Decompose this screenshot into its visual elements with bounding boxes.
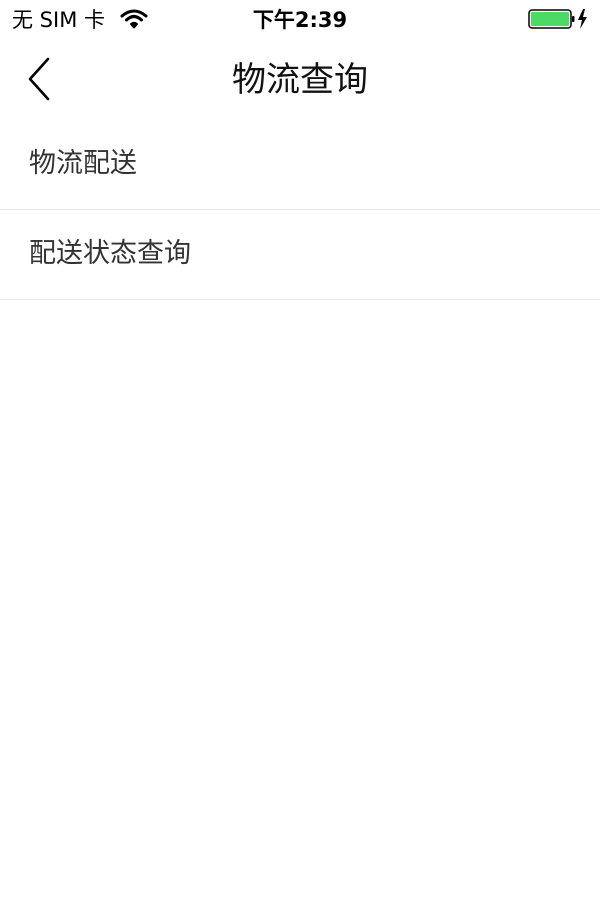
back-button[interactable] [14, 52, 64, 108]
menu-item-label: 物流配送 [29, 148, 137, 179]
menu-item-delivery-status-query[interactable]: 配送状态查询 [0, 210, 600, 300]
navigation-bar: 物流查询 [0, 40, 600, 120]
battery-charging-icon [528, 8, 590, 30]
page-title: 物流查询 [232, 60, 368, 100]
menu-list: 物流配送 配送状态查询 [0, 120, 600, 300]
menu-item-label: 配送状态查询 [29, 238, 191, 269]
screen: 无 SIM 卡 下午2:39 物流查询 物流配送 配送状态查询 [0, 0, 600, 900]
chevron-left-icon [14, 57, 64, 112]
status-time: 下午2:39 [252, 8, 348, 32]
status-bar: 无 SIM 卡 下午2:39 [0, 0, 600, 40]
menu-item-logistics-delivery[interactable]: 物流配送 [0, 120, 600, 210]
